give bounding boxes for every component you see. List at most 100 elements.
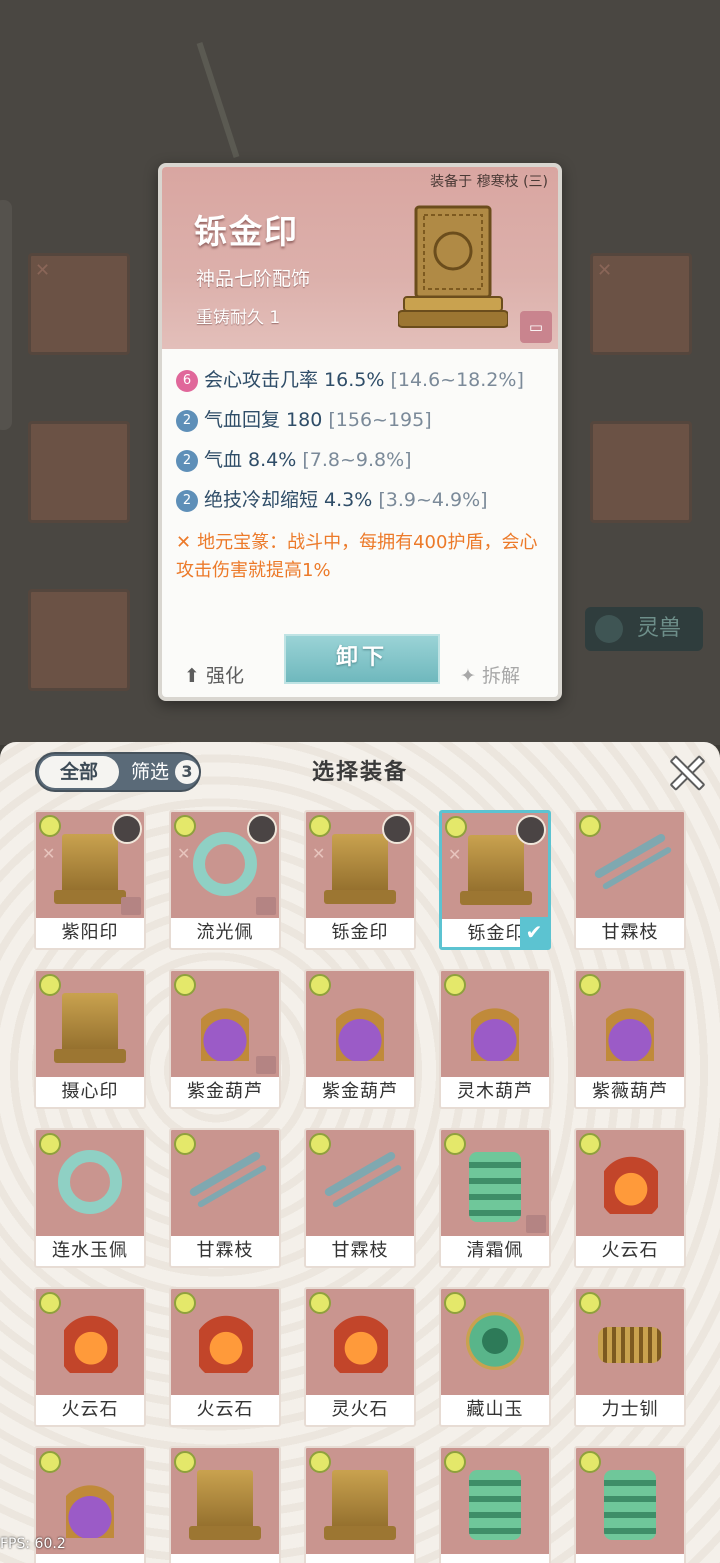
lock-icon [256, 1056, 276, 1074]
owner-avatar [247, 814, 277, 844]
unequip-button[interactable]: 卸下 [284, 634, 440, 684]
equipment-item[interactable] [574, 1446, 686, 1563]
jade-icon [465, 1311, 525, 1371]
item-name: 甘霖枝 [306, 1236, 414, 1266]
lock-button[interactable]: ▭ [520, 311, 552, 343]
item-name: 火云石 [36, 1395, 144, 1425]
spirit-gem-icon [39, 1451, 61, 1473]
equipment-item[interactable]: 火云石 [34, 1287, 146, 1427]
dismantle-button[interactable]: ✦ 拆解 [460, 661, 520, 688]
seal-artwork [398, 205, 508, 328]
enhance-button[interactable]: ⬆ 强化 [184, 661, 244, 688]
branch-icon [188, 1150, 262, 1198]
spirit-gem-icon [174, 1292, 196, 1314]
item-name: 铄金印 [194, 212, 299, 251]
stat-row: 2 气血回复 180 [156~195] [176, 405, 432, 432]
equipment-item[interactable]: ✕ 铄金印 ✔ [439, 810, 551, 950]
item-name: 火云石 [576, 1236, 684, 1266]
reforge-icon: ✕ [177, 844, 191, 863]
equipment-item[interactable]: 连水玉佩 [34, 1128, 146, 1268]
spirit-gem-icon [309, 1292, 331, 1314]
stat-tier-badge: 6 [176, 370, 198, 392]
stat-range: [14.6~18.2%] [390, 369, 524, 391]
item-name: 清霜佩 [441, 1236, 549, 1266]
bg-equip-slot[interactable] [590, 421, 692, 523]
reforge-icon: ✕ [448, 845, 462, 864]
equipment-item[interactable]: 灵木葫芦 [439, 969, 551, 1109]
spirit-gem-icon [174, 815, 196, 837]
dismantle-label: 拆解 [481, 665, 520, 687]
equipment-detail-card: 装备于 穆寒枝 (三) 铄金印 神品七阶配饰 重铸耐久 1 ▭ 6 会心攻击几率 … [158, 163, 562, 701]
equipment-item[interactable]: 火云石 [169, 1287, 281, 1427]
bg-equip-slot[interactable] [28, 421, 130, 523]
spirit-gem-icon [174, 1451, 196, 1473]
item-name [441, 1554, 549, 1563]
gourd-icon [336, 993, 384, 1061]
equipment-item[interactable]: 摄心印 [34, 969, 146, 1109]
equipment-item[interactable]: 甘霖枝 [304, 1128, 416, 1268]
check-icon: ✔ [520, 917, 548, 947]
equipment-item[interactable]: ✕ 流光佩 [169, 810, 281, 950]
spirit-gem-icon [579, 974, 601, 996]
equipment-item[interactable] [169, 1446, 281, 1563]
close-button[interactable] [664, 750, 706, 792]
item-name: 灵木葫芦 [441, 1077, 549, 1107]
item-name [171, 1554, 279, 1563]
stat-row: 2 气血 8.4% [7.8~9.8%] [176, 445, 412, 472]
tab-filter[interactable]: 筛选 3 [123, 756, 199, 788]
item-name: 灵火石 [306, 1395, 414, 1425]
ring-icon [58, 1150, 122, 1214]
tab-filter-label: 筛选 [131, 761, 170, 783]
bg-equip-slot[interactable]: ✕ [590, 253, 692, 355]
seal-icon [324, 1470, 396, 1540]
reforge-icon: ✕ [312, 844, 326, 863]
bg-equip-slot[interactable]: ✕ [28, 253, 130, 355]
equipment-item[interactable]: 火云石 [574, 1128, 686, 1268]
equipment-item[interactable]: 藏山玉 [439, 1287, 551, 1427]
equipment-item[interactable]: 力士钏 [574, 1287, 686, 1427]
stat-value: 绝技冷却缩短 4.3% [204, 489, 373, 511]
bg-equip-slot[interactable] [28, 589, 130, 691]
equipment-item[interactable]: 甘霖枝 [574, 810, 686, 950]
equipment-item[interactable]: 清霜佩 [439, 1128, 551, 1268]
equipment-item[interactable]: 紫薇葫芦 [574, 969, 686, 1109]
seal-icon [189, 1470, 261, 1540]
equipment-item[interactable]: 灵火石 [304, 1287, 416, 1427]
lock-icon [526, 1215, 546, 1233]
item-name: 紫阳印 [36, 918, 144, 948]
equipment-item[interactable] [439, 1446, 551, 1563]
branch-icon [593, 832, 667, 880]
spirit-beast-button[interactable]: 灵兽 [585, 607, 703, 651]
spirit-gem-icon [39, 1133, 61, 1155]
stat-tier-badge: 2 [176, 410, 198, 432]
stat-range: [7.8~9.8%] [302, 449, 412, 471]
equipment-item[interactable] [304, 1446, 416, 1563]
spirit-gem-icon [579, 815, 601, 837]
equipment-item[interactable]: ✕ 铄金印 [304, 810, 416, 950]
owner-avatar [382, 814, 412, 844]
spirit-gem-icon [309, 1451, 331, 1473]
tab-all[interactable]: 全部 [39, 756, 119, 788]
twin-icon [604, 1470, 656, 1540]
lock-icon [121, 897, 141, 915]
stat-tier-badge: 2 [176, 450, 198, 472]
seal-icon [54, 993, 126, 1063]
item-name [576, 1554, 684, 1563]
up-arrow-icon: ⬆ [184, 665, 200, 687]
spirit-gem-icon [309, 815, 331, 837]
special-effect-text: 地元宝篆：战斗中，每拥有400护盾，会心攻击伤害就提高1% [176, 532, 538, 581]
equipment-item[interactable]: 紫金葫芦 [304, 969, 416, 1109]
stat-range: [3.9~4.9%] [378, 489, 488, 511]
lock-icon [256, 897, 276, 915]
item-name: 紫薇葫芦 [576, 1077, 684, 1107]
equipment-item[interactable]: 紫金葫芦 [169, 969, 281, 1109]
enhance-label: 强化 [205, 665, 244, 687]
spirit-gem-icon [444, 1451, 466, 1473]
unequip-label: 卸下 [335, 645, 388, 670]
gourd-icon [471, 993, 519, 1061]
spring-icon [598, 1327, 662, 1363]
equipment-item[interactable]: 甘霖枝 [169, 1128, 281, 1268]
reforge-durability: 重铸耐久 1 [196, 308, 281, 328]
equipment-item[interactable]: ✕ 紫阳印 [34, 810, 146, 950]
stat-tier-badge: 2 [176, 490, 198, 512]
